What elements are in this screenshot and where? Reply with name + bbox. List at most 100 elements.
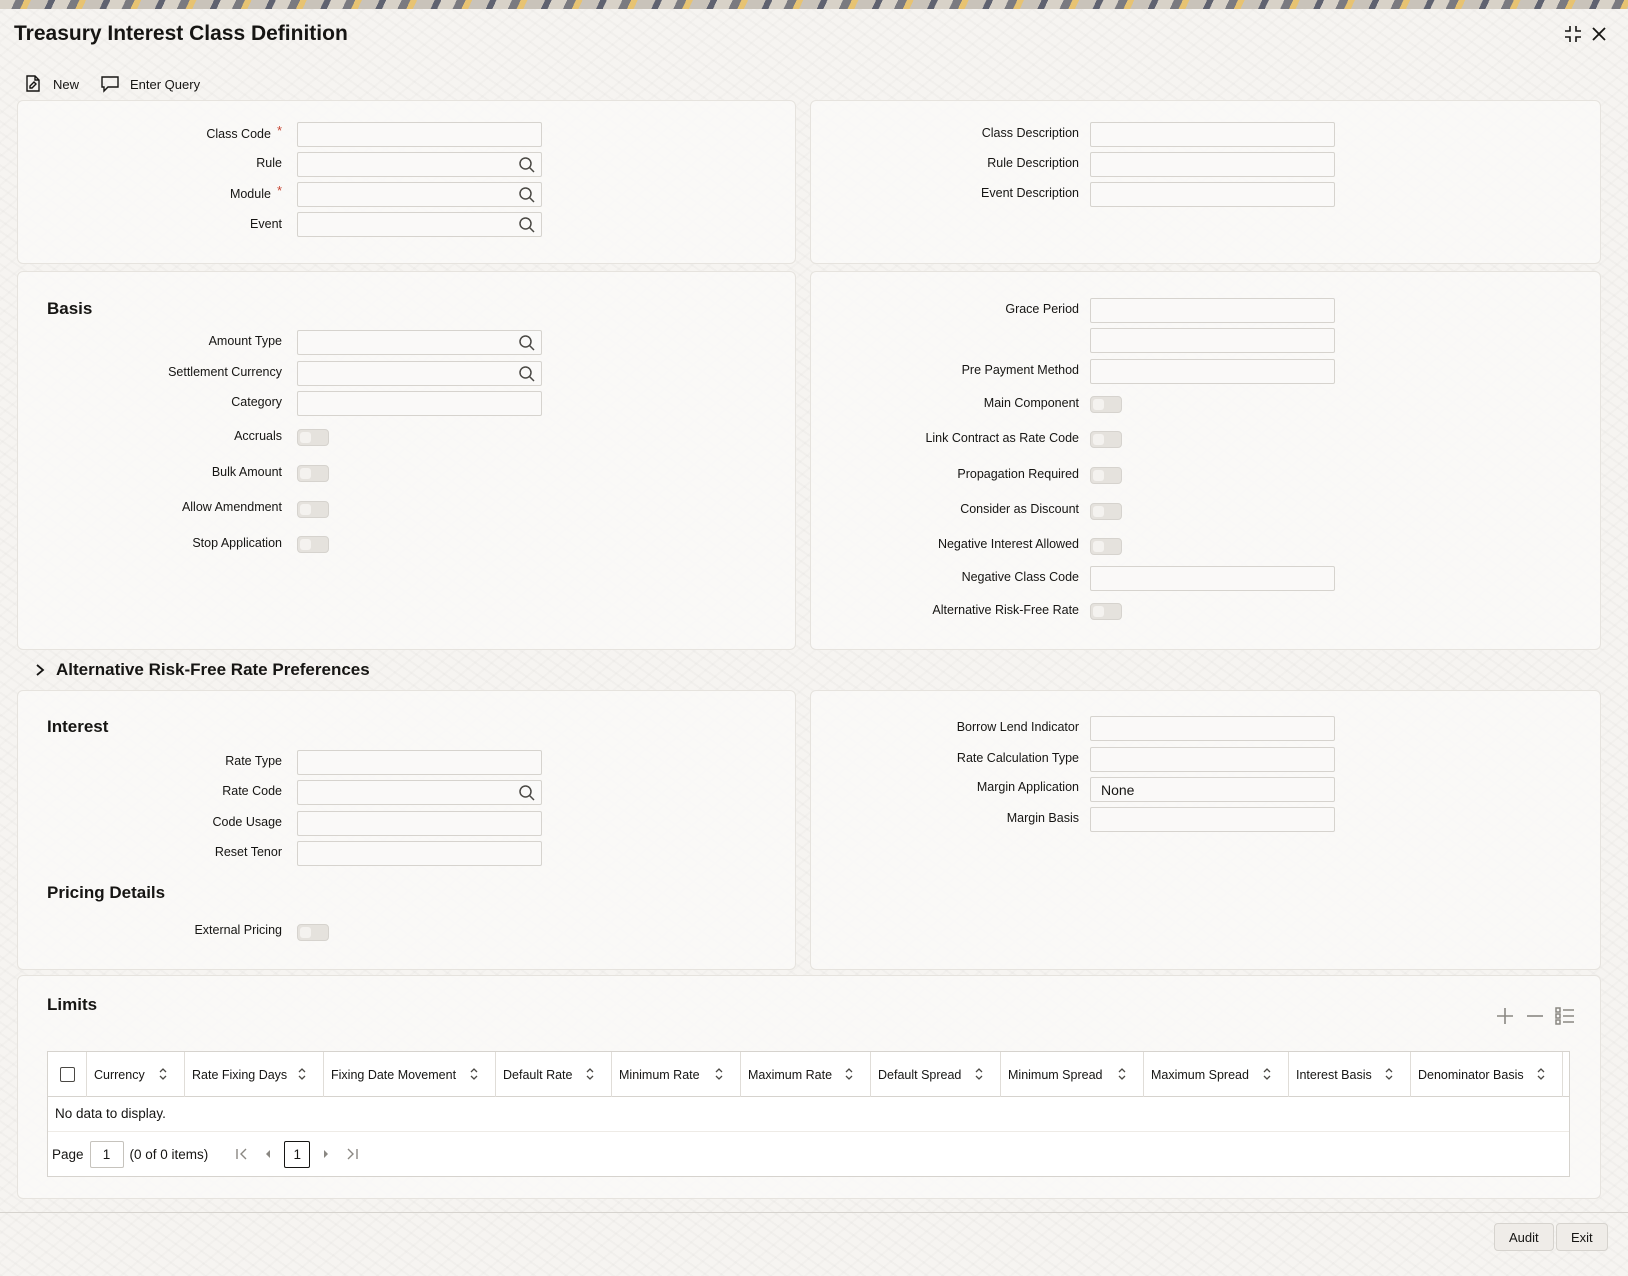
search-icon[interactable] [517, 333, 537, 353]
column-header-label: Currency [94, 1067, 145, 1082]
rate-calc-type-field[interactable] [1090, 747, 1335, 772]
interest-section-title: Interest [47, 717, 109, 736]
allow-amendment-toggle[interactable] [297, 501, 329, 518]
basis-left-panel: Basis Amount Type Settlement Currency Ca… [17, 271, 796, 650]
module-field[interactable] [297, 182, 542, 207]
rate-type-field[interactable] [297, 750, 542, 775]
arfr-preferences-title: Alternative Risk-Free Rate Preferences [56, 660, 370, 679]
alt-risk-free-rate-toggle[interactable] [1090, 603, 1122, 620]
grace-period-field[interactable] [1090, 298, 1335, 323]
negative-class-code-field[interactable] [1090, 566, 1335, 591]
sort-icon [586, 1068, 594, 1080]
enter-query-label: Enter Query [130, 76, 201, 92]
column-header-label: Rate Fixing Days [192, 1067, 288, 1082]
grace-period-label: Grace Period [1005, 302, 1079, 316]
column-header-maximum-spread[interactable]: Maximum Spread [1144, 1052, 1289, 1097]
rule-field[interactable] [297, 152, 542, 177]
negative-class-code-label: Negative Class Code [961, 570, 1079, 584]
propagation-required-toggle[interactable] [1090, 467, 1122, 484]
sort-icon [470, 1068, 478, 1080]
basis-right-panel: Grace Period Pre Payment Method Main Com… [810, 271, 1601, 650]
grace-period-unit-field[interactable] [1090, 328, 1335, 353]
link-contract-toggle[interactable] [1090, 431, 1122, 448]
basis-section-title: Basis [47, 299, 93, 318]
margin-basis-label: Margin Basis [1006, 811, 1079, 825]
rule-description-field[interactable] [1090, 152, 1335, 177]
class-description-field[interactable] [1090, 122, 1335, 147]
exit-button[interactable]: Exit [1556, 1223, 1608, 1251]
pre-payment-method-field[interactable] [1090, 359, 1335, 384]
column-header-label: Interest Basis [1296, 1067, 1372, 1082]
negative-interest-toggle[interactable] [1090, 538, 1122, 555]
stop-application-label: Stop Application [192, 536, 282, 550]
interest-right-panel: Borrow Lend Indicator Rate Calculation T… [810, 690, 1601, 970]
rate-code-field[interactable] [297, 780, 542, 805]
external-pricing-toggle[interactable] [297, 924, 329, 941]
first-page-icon[interactable] [232, 1144, 252, 1164]
margin-application-field[interactable]: None [1090, 777, 1335, 802]
bulk-amount-toggle[interactable] [297, 465, 329, 482]
add-icon[interactable] [1494, 1005, 1516, 1027]
audit-button[interactable]: Audit [1494, 1223, 1554, 1251]
maximize-icon[interactable] [1562, 23, 1584, 45]
new-button[interactable]: New [23, 71, 79, 97]
event-description-field[interactable] [1090, 182, 1335, 207]
column-header-denominator-basis[interactable]: Denominator Basis [1411, 1052, 1563, 1097]
previous-page-icon[interactable] [258, 1144, 278, 1164]
alt-risk-free-rate-label: Alternative Risk-Free Rate [932, 603, 1079, 617]
event-field[interactable] [297, 212, 542, 237]
remove-icon[interactable] [1524, 1005, 1546, 1027]
next-page-icon[interactable] [316, 1144, 336, 1164]
column-header-label: Minimum Rate [619, 1067, 700, 1082]
rate-type-label: Rate Type [225, 754, 282, 768]
column-header-label: Maximum Spread [1151, 1067, 1249, 1082]
sort-icon [159, 1068, 167, 1080]
accruals-toggle[interactable] [297, 429, 329, 446]
search-icon[interactable] [517, 364, 537, 384]
settlement-currency-label: Settlement Currency [168, 365, 282, 379]
column-header-minimum-spread[interactable]: Minimum Spread [1001, 1052, 1144, 1097]
rule-label: Rule [256, 156, 282, 170]
arfr-preferences-toggle[interactable]: Alternative Risk-Free Rate Preferences [34, 660, 370, 680]
search-icon[interactable] [517, 215, 537, 235]
page-label: Page [52, 1146, 84, 1162]
sort-icon [1385, 1068, 1393, 1080]
limits-actions [1494, 1005, 1576, 1027]
column-header-fixing-date-movement[interactable]: Fixing Date Movement [324, 1052, 496, 1097]
pre-payment-method-label: Pre Payment Method [961, 363, 1079, 377]
pagination: Page 1 (0 of 0 items) 1 [48, 1131, 1569, 1176]
search-icon[interactable] [517, 185, 537, 205]
close-icon[interactable] [1588, 23, 1610, 45]
borrow-lend-field[interactable] [1090, 716, 1335, 741]
column-settings-icon[interactable] [1554, 1005, 1576, 1027]
search-icon[interactable] [517, 155, 537, 175]
amount-type-field[interactable] [297, 330, 542, 355]
column-header-currency[interactable]: Currency [87, 1052, 185, 1097]
page-input[interactable]: 1 [89, 1140, 124, 1168]
consider-discount-toggle[interactable] [1090, 503, 1122, 520]
main-component-toggle[interactable] [1090, 396, 1122, 413]
column-header-maximum-rate[interactable]: Maximum Rate [741, 1052, 871, 1097]
search-icon[interactable] [517, 783, 537, 803]
settlement-currency-field[interactable] [297, 361, 542, 386]
column-header-default-spread[interactable]: Default Spread [871, 1052, 1001, 1097]
category-label: Category [231, 395, 282, 409]
code-usage-field[interactable] [297, 811, 542, 836]
main-component-label: Main Component [983, 396, 1079, 410]
column-header-default-rate[interactable]: Default Rate [496, 1052, 612, 1097]
category-field[interactable] [297, 391, 542, 416]
margin-basis-field[interactable] [1090, 807, 1335, 832]
footer-divider [0, 1212, 1628, 1213]
column-header-interest-basis[interactable]: Interest Basis [1289, 1052, 1411, 1097]
margin-application-label: Margin Application [976, 780, 1079, 794]
select-all-checkbox[interactable] [59, 1067, 75, 1082]
reset-tenor-field[interactable] [297, 841, 542, 866]
enter-query-button[interactable]: Enter Query [100, 71, 200, 97]
current-page-button[interactable]: 1 [284, 1140, 311, 1168]
column-header-minimum-rate[interactable]: Minimum Rate [612, 1052, 741, 1097]
module-label: Module * [229, 183, 282, 201]
stop-application-toggle[interactable] [297, 536, 329, 553]
column-header-rate-fixing-days[interactable]: Rate Fixing Days [185, 1052, 324, 1097]
class-code-field[interactable] [297, 122, 542, 147]
last-page-icon[interactable] [342, 1144, 362, 1164]
